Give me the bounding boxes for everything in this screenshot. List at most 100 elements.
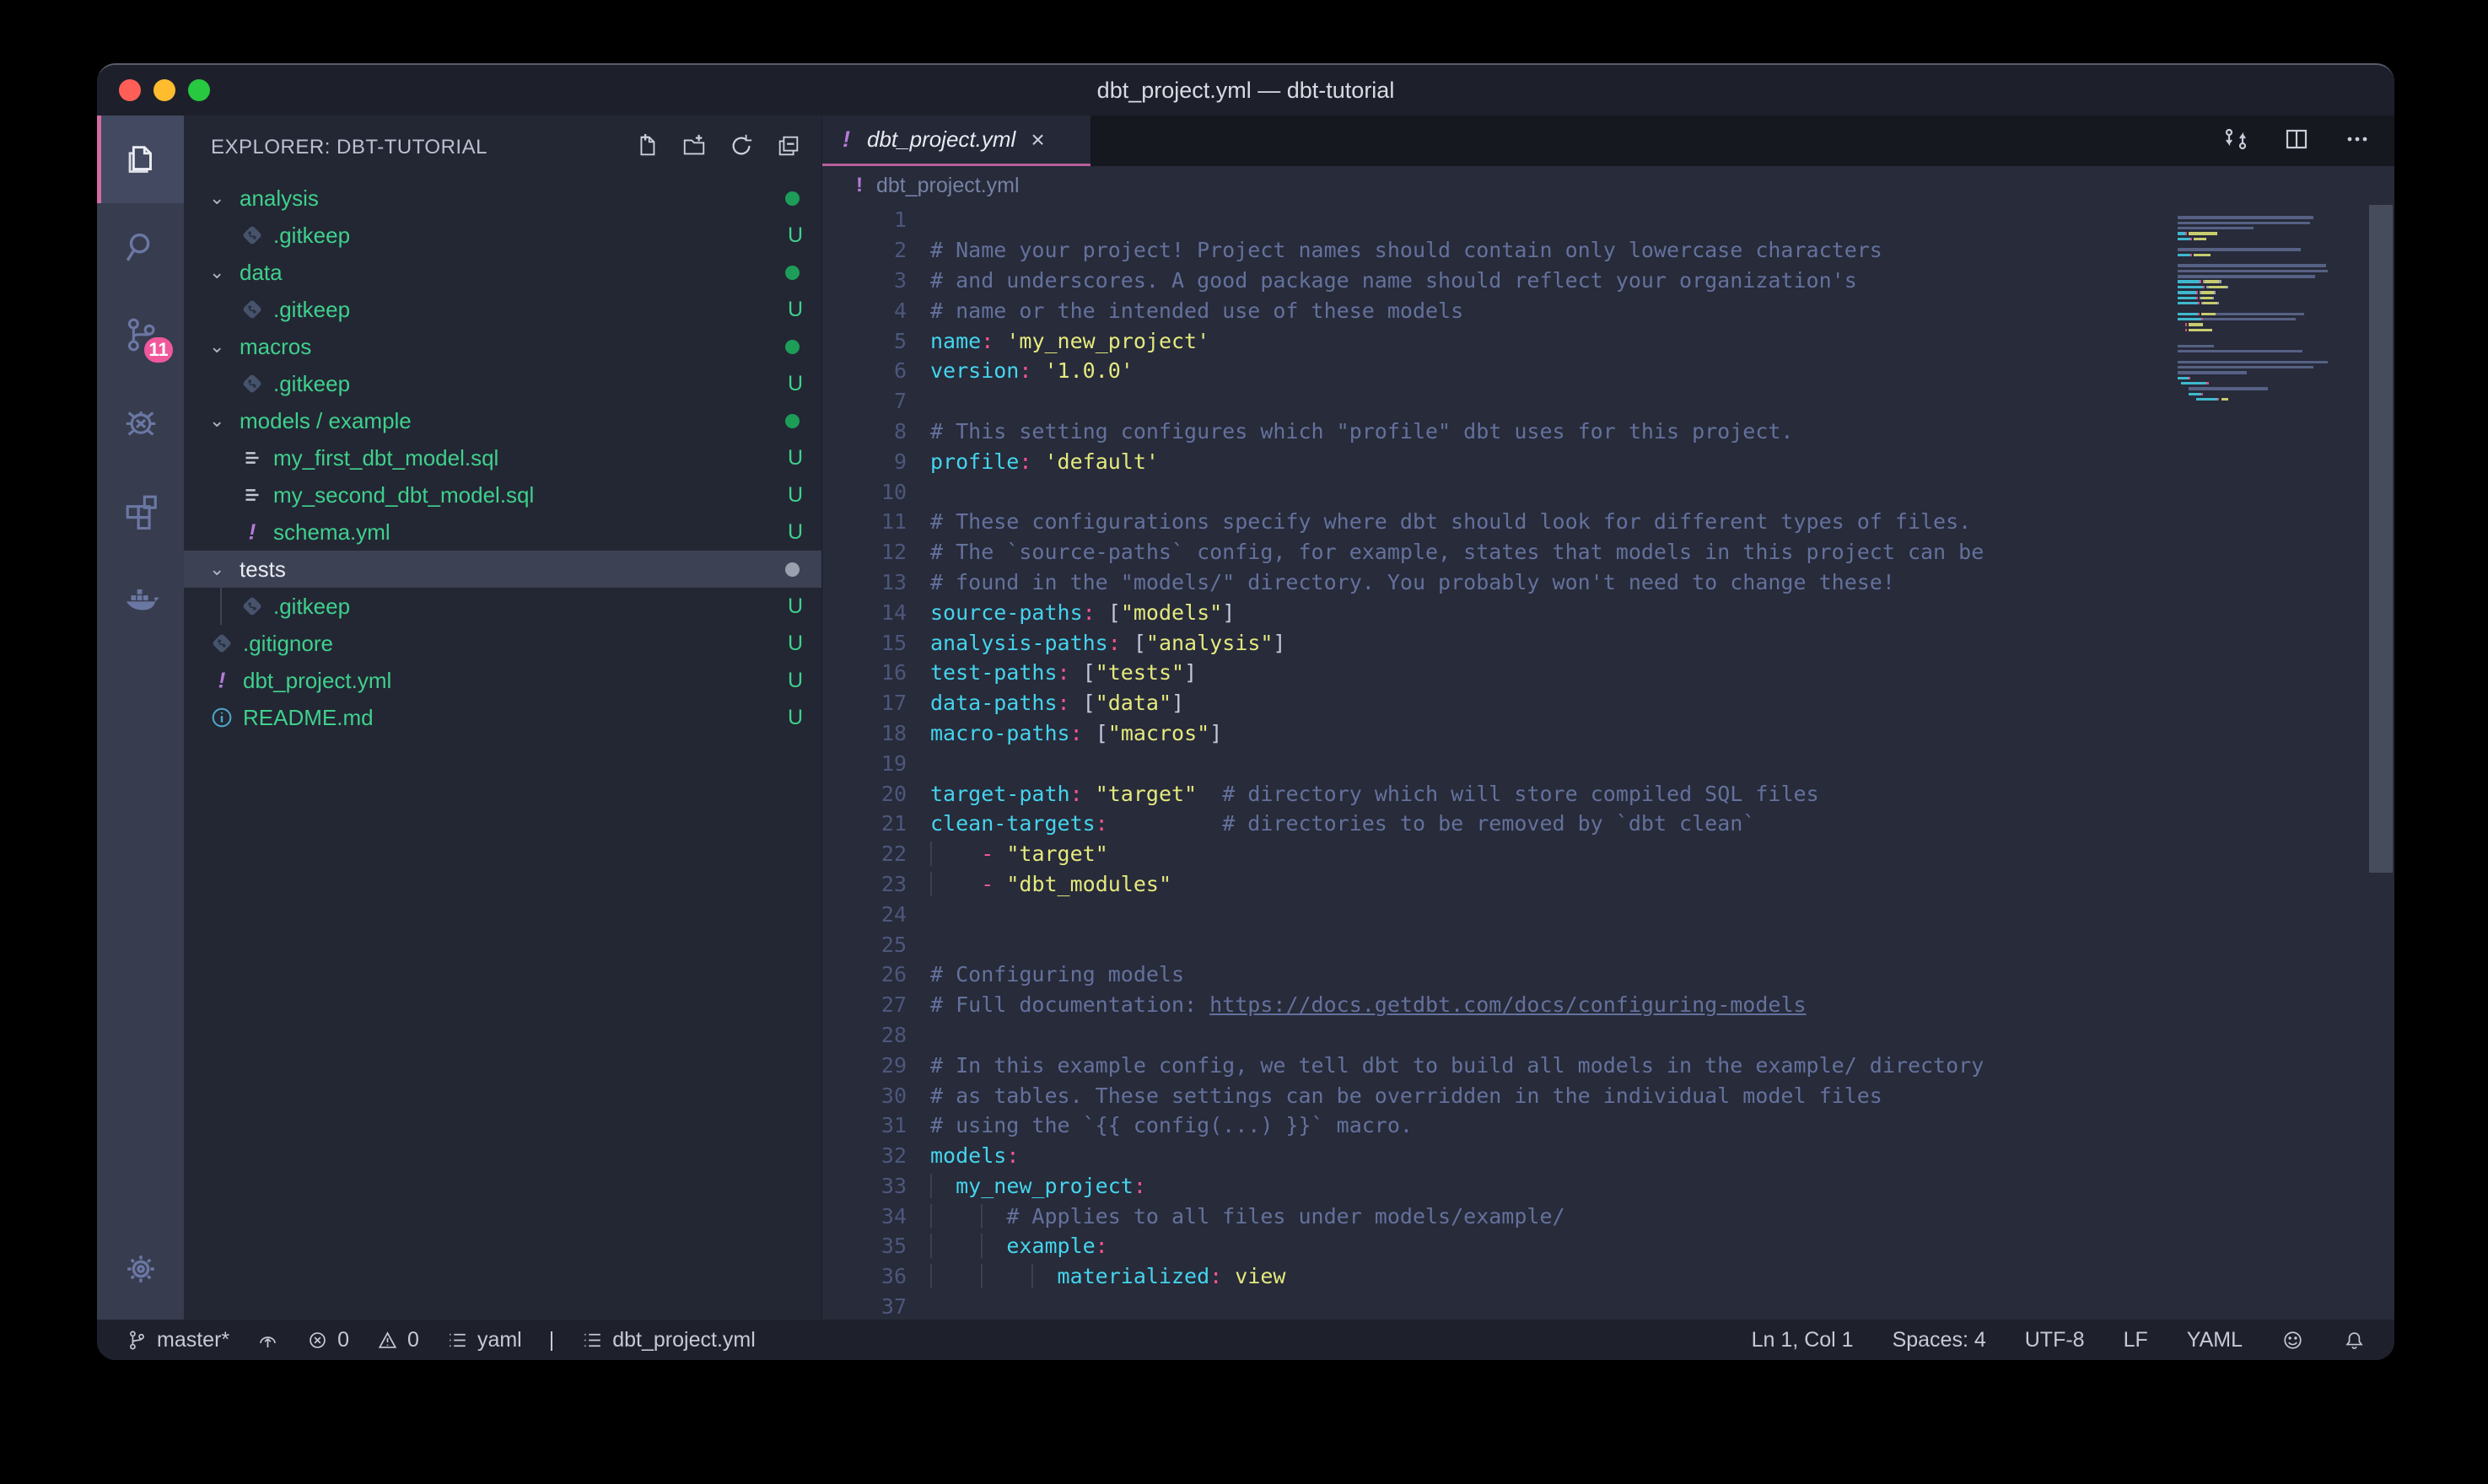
tree-item-readme-md[interactable]: README.mdU [184,699,821,736]
code-line-9[interactable]: 9profile: 'default' [822,446,2394,476]
code-line-23[interactable]: 23 - "dbt_modules" [822,869,2394,900]
code-line-34[interactable]: 34 # Applies to all files under models/e… [822,1201,2394,1231]
status-yaml[interactable]: YAML [2187,1328,2243,1352]
code-line-12[interactable]: 12# The `source-paths` config, for examp… [822,537,2394,567]
status-lf[interactable]: LF [2124,1328,2148,1352]
new-file-icon[interactable] [634,133,660,163]
status-0[interactable]: 0 [376,1328,419,1352]
more-actions-icon[interactable] [2344,126,2371,157]
tree-item-label: README.md [243,705,788,731]
code-line-6[interactable]: 6version: '1.0.0' [822,356,2394,386]
code-line-16[interactable]: 16test-paths: ["tests"] [822,658,2394,688]
code-line-8[interactable]: 8# This setting configures which "profil… [822,417,2394,447]
code-line-5[interactable]: 5name: 'my_new_project' [822,325,2394,356]
code-line-29[interactable]: 29# In this example config, we tell dbt … [822,1050,2394,1080]
status-master-[interactable]: master* [126,1328,229,1352]
tree-item-data[interactable]: ⌄data [184,254,821,291]
code-editor[interactable]: 12# Name your project! Project names sho… [822,205,2394,1320]
status-utf-8[interactable]: UTF-8 [2025,1328,2085,1352]
tab-close-icon[interactable]: × [1031,126,1044,153]
code-line-3[interactable]: 3# and underscores. A good package name … [822,266,2394,296]
code-line-28[interactable]: 28 [822,1020,2394,1051]
breadcrumb[interactable]: ! dbt_project.yml [822,166,2394,205]
line-number: 14 [822,600,907,625]
code-line-35[interactable]: 35 example: [822,1231,2394,1261]
sync-icon [256,1329,279,1352]
run-debug-icon[interactable] [97,379,184,466]
file-tree: ⌄analysis.gitkeepU⌄data.gitkeepU⌄macros.… [184,180,821,736]
tree-item--gitkeep[interactable]: .gitkeepU [184,365,821,402]
code-line-14[interactable]: 14source-paths: ["models"] [822,597,2394,627]
code-line-27[interactable]: 27# Full documentation: https://docs.get… [822,990,2394,1020]
code-line-1[interactable]: 1 [822,205,2394,235]
code-line-4[interactable]: 4# name or the intended use of these mod… [822,295,2394,325]
code-line-30[interactable]: 30# as tables. These settings can be ove… [822,1080,2394,1110]
branch-icon [126,1329,148,1352]
code-line-13[interactable]: 13# found in the "models/" directory. Yo… [822,567,2394,598]
tree-item-schema-yml[interactable]: !schema.ymlU [184,513,821,551]
code-line-32[interactable]: 32models: [822,1141,2394,1171]
tree-item-my-second-dbt-model-sql[interactable]: my_second_dbt_model.sqlU [184,476,821,513]
status-ln-1-col-1[interactable]: Ln 1, Col 1 [1752,1328,1854,1352]
code-line-7[interactable]: 7 [822,386,2394,417]
code-line-20[interactable]: 20target-path: "target" # directory whic… [822,778,2394,809]
tree-item-dbt-project-yml[interactable]: !dbt_project.ymlU [184,662,821,699]
chevron-down-icon: ⌄ [209,558,231,580]
tree-item-analysis[interactable]: ⌄analysis [184,180,821,217]
editor-area: ! dbt_project.yml × ! dbt_project.yml 12… [822,116,2394,1320]
code-line-18[interactable]: 18macro-paths: ["macros"] [822,718,2394,749]
code-line-33[interactable]: 33 my_new_project: [822,1171,2394,1202]
extensions-icon[interactable] [97,466,184,554]
line-number: 15 [822,631,907,655]
status-sync[interactable] [256,1329,279,1352]
git-untracked-badge: U [788,372,803,396]
tab-dbt-project-yml[interactable]: ! dbt_project.yml × [822,116,1091,166]
git-untracked-badge: U [788,520,803,545]
code-line-25[interactable]: 25 [822,929,2394,960]
tree-item--gitkeep[interactable]: .gitkeepU [184,291,821,328]
tree-item--gitignore[interactable]: .gitignoreU [184,625,821,662]
warn-file-icon: ! [240,519,265,545]
code-line-22[interactable]: 22 - "target" [822,839,2394,869]
docker-icon[interactable] [97,554,184,642]
tree-item-tests[interactable]: ⌄tests [184,551,821,588]
refresh-icon[interactable] [729,133,754,163]
status-yaml[interactable]: yaml [446,1328,522,1352]
minimap[interactable] [2178,210,2359,408]
code-line-15[interactable]: 15analysis-paths: ["analysis"] [822,627,2394,658]
collapse-folders-icon[interactable] [776,133,801,163]
open-changes-icon[interactable] [2222,126,2249,157]
code-line-11[interactable]: 11# These configurations specify where d… [822,507,2394,537]
status-smiley[interactable] [2281,1329,2304,1352]
code-line-19[interactable]: 19 [822,748,2394,778]
code-line-36[interactable]: 36 materialized: view [822,1261,2394,1292]
code-line-2[interactable]: 2# Name your project! Project names shou… [822,235,2394,266]
explorer-icon[interactable] [97,116,184,203]
tree-item-macros[interactable]: ⌄macros [184,328,821,365]
tree-item-my-first-dbt-model-sql[interactable]: my_first_dbt_model.sqlU [184,439,821,476]
editor-scrollbar[interactable] [2369,205,2393,873]
tree-item-label: macros [240,334,785,360]
code-line-31[interactable]: 31# using the `{{ config(...) }}` macro. [822,1110,2394,1141]
code-line-17[interactable]: 17data-paths: ["data"] [822,688,2394,718]
status-spaces-4[interactable]: Spaces: 4 [1893,1328,1986,1352]
line-number: 21 [822,811,907,836]
tree-item-label: dbt_project.yml [243,668,788,694]
status-label: Spaces: 4 [1893,1328,1986,1352]
tree-item-models-example[interactable]: ⌄models / example [184,402,821,439]
split-editor-icon[interactable] [2283,126,2310,157]
search-icon[interactable] [97,203,184,291]
tree-item--gitkeep[interactable]: .gitkeepU [184,588,821,625]
status-bell[interactable] [2343,1329,2366,1352]
status-0[interactable]: 0 [306,1328,349,1352]
code-line-10[interactable]: 10 [822,476,2394,507]
source-control-icon[interactable]: 11 [97,291,184,379]
code-line-26[interactable]: 26# Configuring models [822,960,2394,990]
code-line-21[interactable]: 21clean-targets: # directories to be rem… [822,809,2394,839]
tree-item--gitkeep[interactable]: .gitkeepU [184,217,821,254]
code-line-24[interactable]: 24 [822,899,2394,929]
new-folder-icon[interactable] [681,133,707,163]
settings-gear-icon[interactable] [97,1218,184,1320]
status-dbt-project-yml[interactable]: dbt_project.yml [581,1328,756,1352]
code-line-37[interactable]: 37 [822,1292,2394,1320]
